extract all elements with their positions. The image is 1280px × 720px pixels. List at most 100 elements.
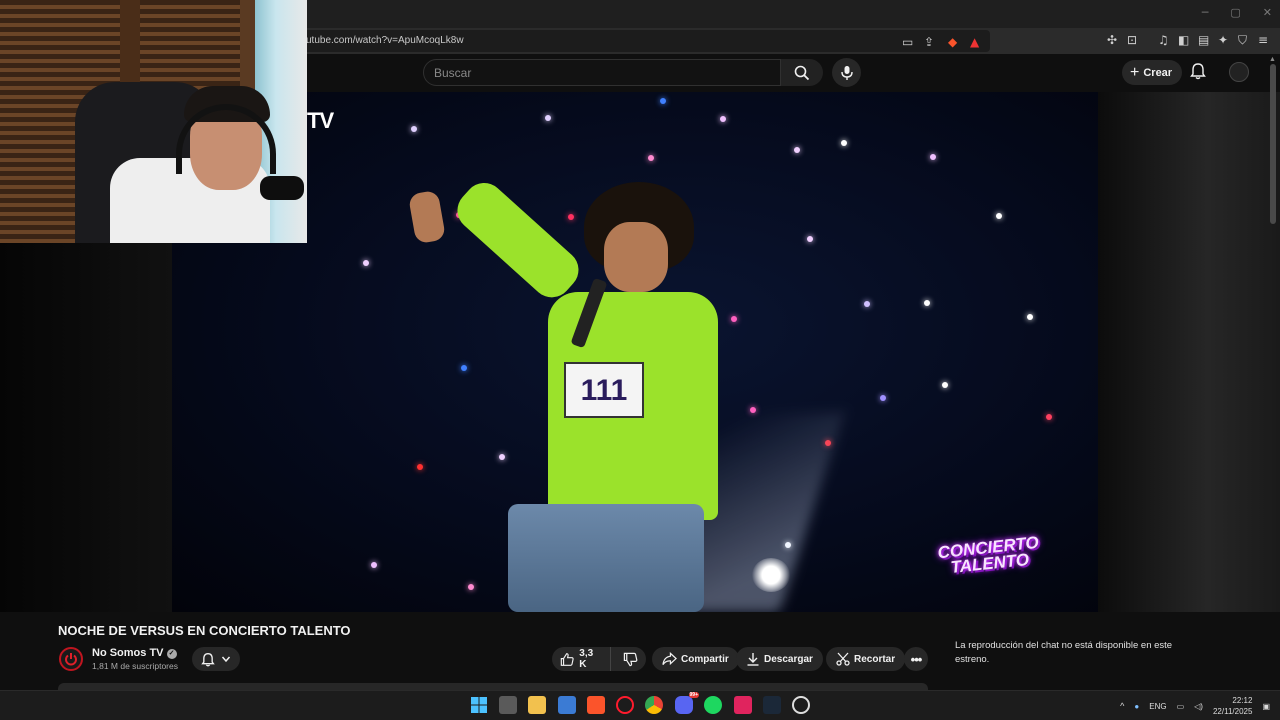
windows-taskbar: 99+ ^ ● ENG ▭ ◁) 22:12 22/11/2025 ▣ (0, 690, 1280, 720)
share-button[interactable]: Compartir (652, 647, 739, 671)
stage-light (1046, 414, 1052, 420)
dislike-button[interactable] (615, 652, 646, 667)
more-actions-button[interactable]: ••• (904, 647, 928, 671)
stage-light (468, 584, 474, 590)
menu-icon[interactable]: ≡ (1258, 33, 1268, 47)
windows-start-icon[interactable] (470, 696, 488, 714)
app-icon[interactable] (734, 696, 752, 714)
chat-unavailable-message: La reproducción del chat no está disponi… (955, 640, 1173, 665)
voice-search-button[interactable] (832, 58, 861, 87)
stage-light (417, 464, 423, 470)
discord-icon[interactable]: 99+ (675, 692, 699, 714)
stage-light (996, 213, 1002, 219)
performer-jeans (508, 504, 704, 612)
thumbs-up-icon (560, 652, 574, 666)
chevron-up-icon[interactable]: ^ (1120, 701, 1124, 711)
stage-light (930, 154, 936, 160)
create-button[interactable]: + Crear (1122, 60, 1183, 85)
search-icon (794, 65, 810, 80)
media-icon[interactable]: ♫ (1158, 33, 1169, 47)
streamer-microphone (260, 176, 304, 200)
stage-light (363, 260, 369, 266)
video-title: NOCHE DE VERSUS EN CONCIERTO TALENTO (58, 623, 351, 638)
microphone-tray-icon[interactable]: ● (1134, 702, 1139, 711)
search-input[interactable] (434, 66, 754, 80)
performer-hand (407, 189, 447, 245)
url-text[interactable]: utube.com/watch?v=ApuMcoqLk8w (306, 35, 464, 46)
stage-light (864, 301, 870, 307)
vpn-icon[interactable]: ⛉ (1238, 33, 1247, 48)
notifications-button[interactable] (1190, 62, 1206, 85)
search-box[interactable] (423, 59, 781, 86)
like-button[interactable]: 3,3 K (552, 647, 611, 671)
performer-face (604, 222, 668, 292)
chrome-icon[interactable] (645, 696, 663, 714)
stage-light (545, 115, 551, 121)
url-box[interactable]: utube.com/watch?v=ApuMcoqLk8w ▭ ⇪ ◆ ▲ (300, 30, 990, 52)
language-indicator[interactable]: ENG (1149, 702, 1166, 711)
close-icon[interactable]: ✕ (1263, 6, 1272, 19)
clip-label: Recortar (854, 653, 896, 665)
stage-light (499, 454, 505, 460)
search-button[interactable] (781, 59, 823, 86)
power-logo-icon (65, 653, 77, 666)
brave-rewards-icon[interactable]: ▲ (970, 35, 979, 49)
task-view-icon[interactable] (499, 696, 517, 714)
store-icon[interactable] (558, 696, 576, 714)
video-frame: 111 CONCIERTO TALENTO (172, 92, 1098, 612)
leo-ai-icon[interactable]: ✦ (1218, 33, 1228, 47)
extensions-icon[interactable]: ✣ (1107, 33, 1117, 47)
stage-light (720, 116, 726, 122)
window-controls: ─ ▢ ✕ (1202, 6, 1272, 19)
notification-icon[interactable]: ▣ (1262, 702, 1270, 711)
brave-shield-icon[interactable]: ◆ (948, 35, 957, 49)
webcam-overlay (0, 0, 307, 243)
share-page-icon[interactable]: ⇪ (924, 35, 934, 49)
file-explorer-icon[interactable] (528, 696, 546, 714)
obs-icon[interactable] (792, 696, 810, 714)
subscription-bell-button[interactable] (192, 647, 240, 671)
more-horizontal-icon: ••• (910, 651, 923, 667)
plus-icon: + (1130, 63, 1140, 81)
network-icon[interactable]: ▭ (1177, 702, 1185, 711)
download-label: Descargar (764, 653, 813, 665)
opera-icon[interactable] (616, 696, 634, 714)
volume-icon[interactable]: ◁) (1194, 702, 1203, 711)
clock[interactable]: 22:12 22/11/2025 (1213, 695, 1252, 717)
stage-light (731, 316, 737, 322)
stage-light (648, 155, 654, 161)
download-button[interactable]: Descargar (736, 647, 823, 671)
wallet-icon[interactable]: ▤ (1198, 33, 1209, 47)
chevron-down-icon (221, 656, 231, 663)
brave-browser-icon[interactable] (587, 696, 605, 714)
stage-light (411, 126, 417, 132)
thumbs-down-icon (623, 652, 638, 666)
clip-button[interactable]: Recortar (826, 647, 906, 671)
scissors-icon (836, 652, 850, 666)
clock-date: 22/11/2025 (1212, 707, 1253, 716)
account-avatar[interactable] (1229, 62, 1249, 82)
create-label: Crear (1143, 66, 1173, 79)
channel-watermark: TV (307, 108, 334, 133)
stage-light (942, 382, 948, 388)
microphone-icon (840, 65, 853, 80)
subscriber-count: 1,81 M de suscriptores (92, 661, 178, 671)
screenshot-icon[interactable]: ⊡ (1127, 33, 1137, 47)
steam-icon[interactable] (763, 696, 781, 714)
cast-icon[interactable]: ▭ (902, 35, 913, 49)
page-scrollbar[interactable] (1270, 64, 1276, 224)
spotify-icon[interactable] (704, 696, 722, 714)
bell-icon (201, 652, 215, 666)
share-icon (662, 652, 677, 666)
scroll-up-arrow[interactable]: ▲ (1269, 56, 1276, 63)
minimize-icon[interactable]: ─ (1202, 6, 1209, 19)
contestant-bib: 111 (564, 362, 644, 418)
stage-light (841, 140, 847, 146)
bib-number: 111 (580, 374, 628, 407)
maximize-icon[interactable]: ▢ (1230, 6, 1240, 19)
channel-avatar[interactable] (59, 647, 83, 671)
channel-name[interactable]: No Somos TV ✓ (92, 647, 177, 659)
system-tray: ^ ● ENG ▭ ◁) 22:12 22/11/2025 ▣ (1120, 695, 1270, 717)
stage-light (924, 300, 930, 306)
sidebar-icon[interactable]: ◧ (1178, 33, 1189, 47)
